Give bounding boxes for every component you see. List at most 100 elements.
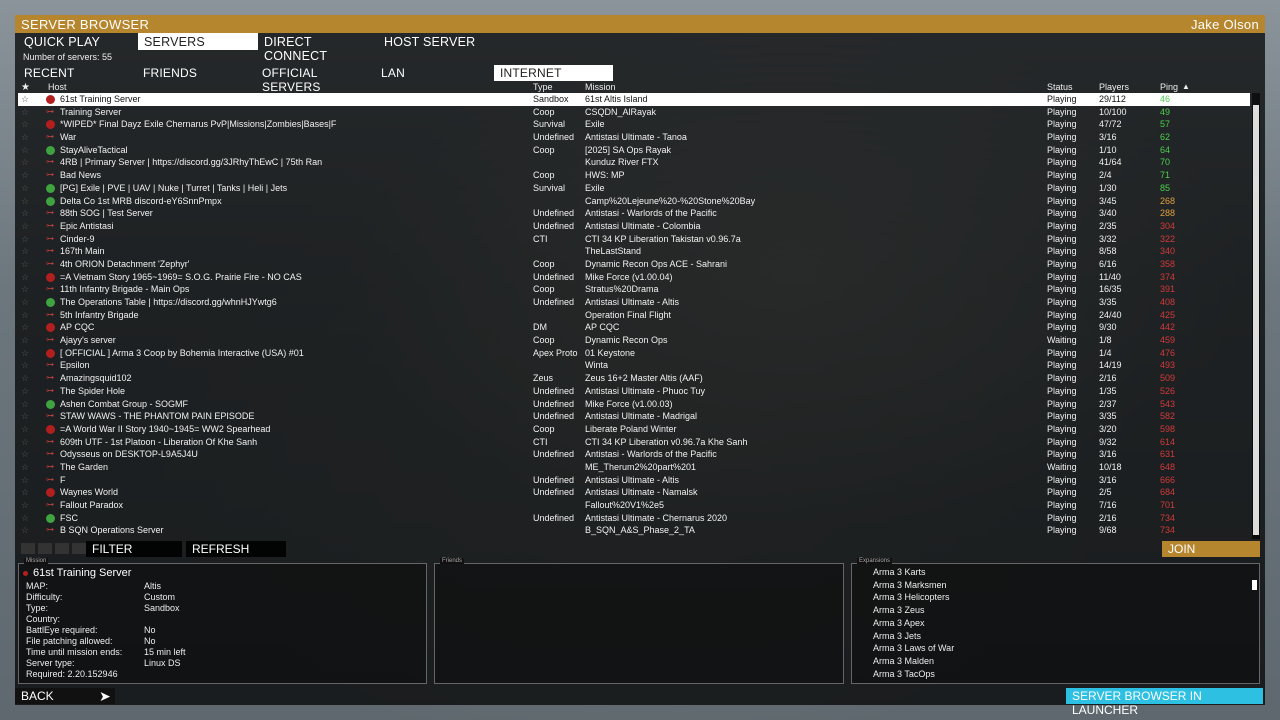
server-browser-in-launcher-button[interactable]: SERVER BROWSER IN LAUNCHER	[1066, 688, 1263, 717]
table-row[interactable]: ☆ ⊶ The Garden ME_Therum2%20part%201 Waiting…	[18, 461, 1250, 474]
table-row[interactable]: ☆ ⊶ 88th SOG | Test Server Undefined Antista…	[18, 207, 1250, 220]
table-row[interactable]: ☆ ⊶ The Spider Hole Undefined Antistasi Ulti…	[18, 385, 1250, 398]
table-row[interactable]: ☆ *WIPED* Final Dayz Exile Chernarus PvP|…	[18, 118, 1250, 131]
favorite-star-icon[interactable]: ☆	[21, 486, 31, 499]
table-row[interactable]: ☆ ⊶ 4RB | Primary Server | https://discord…	[18, 156, 1250, 169]
favorite-star-icon[interactable]: ☆	[21, 131, 31, 144]
favorite-star-icon[interactable]: ☆	[21, 309, 31, 322]
mod-filter-icon[interactable]	[38, 543, 52, 554]
tab-host-server[interactable]: HOST SERVER	[378, 33, 498, 50]
table-row[interactable]: ☆ =A World War II Story 1940~1945= WW2 Sp…	[18, 423, 1250, 436]
table-row[interactable]: ☆ ⊶ 4th ORION Detachment 'Zephyr' Coop Dynam…	[18, 258, 1250, 271]
favorite-star-icon[interactable]: ☆	[21, 423, 31, 436]
favorite-star-icon[interactable]: ☆	[21, 220, 31, 233]
table-row[interactable]: ☆ 61st Training Server Sandbox 61st Altis I…	[18, 93, 1250, 106]
favorite-star-icon[interactable]: ☆	[21, 448, 31, 461]
table-row[interactable]: ☆ ⊶ F Undefined Antistasi Ultimate - Altis Pl…	[18, 474, 1250, 487]
favorite-star-icon[interactable]: ☆	[21, 144, 31, 157]
expansions-scroll-thumb[interactable]	[1252, 580, 1257, 590]
favorite-star-icon[interactable]: ☆	[21, 398, 31, 411]
favorite-star-icon[interactable]: ☆	[21, 195, 31, 208]
col-players[interactable]: Players	[1099, 82, 1129, 92]
table-row[interactable]: ☆ Waynes World Undefined Antistasi Ultimate…	[18, 486, 1250, 499]
tab-official-servers[interactable]: OFFICIAL SERVERS	[256, 65, 375, 94]
table-row[interactable]: ☆ =A Vietnam Story 1965~1969= S.O.G. Prai…	[18, 271, 1250, 284]
favorite-star-icon[interactable]: ☆	[21, 182, 31, 195]
friends-filter-icon[interactable]	[72, 543, 86, 554]
col-type[interactable]: Type	[533, 82, 553, 92]
favorite-star-icon[interactable]: ☆	[21, 258, 31, 271]
table-row[interactable]: ☆ [ OFFICIAL ] Arma 3 Coop by Bohemia In…	[18, 347, 1250, 360]
table-row[interactable]: ☆ ⊶ B SQN Operations Server B_SQN_A&S_Phase…	[18, 524, 1250, 537]
table-row[interactable]: ☆ ⊶ Epsilon Winta Playing 14/19 493	[18, 359, 1250, 372]
favorite-star-icon[interactable]: ☆	[21, 207, 31, 220]
favorite-star-icon[interactable]: ☆	[21, 106, 31, 119]
expansions-scrollbar[interactable]	[1252, 567, 1257, 679]
favorite-star-icon[interactable]: ☆	[21, 461, 31, 474]
tab-quick-play[interactable]: QUICK PLAY	[18, 33, 138, 50]
favorite-star-icon[interactable]: ☆	[21, 347, 31, 360]
table-row[interactable]: ☆ ⊶ Ajayy's server Coop Dynamic Recon Ops Wai…	[18, 334, 1250, 347]
tab-friends[interactable]: FRIENDS	[137, 65, 256, 81]
table-row[interactable]: ☆ ⊶ Amazingsquid102 Zeus Zeus 16+2 Master Al…	[18, 372, 1250, 385]
table-row[interactable]: ☆ ⊶ 609th UTF - 1st Platoon - Liberation O…	[18, 436, 1250, 449]
favorite-star-icon[interactable]: ☆	[21, 410, 31, 423]
favorite-star-icon[interactable]: ☆	[21, 118, 31, 131]
table-row[interactable]: ☆ StayAliveTactical Coop [2025] SA Ops Raya…	[18, 144, 1250, 157]
scrollbar-thumb[interactable]	[1253, 105, 1259, 535]
tab-lan[interactable]: LAN	[375, 65, 494, 81]
favorite-star-icon[interactable]: ☆	[21, 372, 31, 385]
favorite-star-icon[interactable]: ☆	[21, 169, 31, 182]
table-row[interactable]: ☆ ⊶ 5th Infantry Brigade Operation Final Fl…	[18, 309, 1250, 322]
table-row[interactable]: ☆ ⊶ War Undefined Antistasi Ultimate - Tanoa…	[18, 131, 1250, 144]
table-row[interactable]: ☆ ⊶ Training Server Coop CSQDN_AlRayak Playin…	[18, 106, 1250, 119]
favorite-star-icon[interactable]: ☆	[21, 296, 31, 309]
table-row[interactable]: ☆ ⊶ Cinder-9 CTI CTI 34 KP Liberation Takist…	[18, 233, 1250, 246]
tab-direct-connect[interactable]: DIRECT CONNECT	[258, 33, 378, 63]
favorite-star-icon[interactable]: ☆	[21, 321, 31, 334]
favorite-star-icon[interactable]: ☆	[21, 474, 31, 487]
table-row[interactable]: ☆ ⊶ Odysseus on DESKTOP-L9A5J4U Undefined An…	[18, 448, 1250, 461]
favorite-star-icon[interactable]: ☆	[21, 524, 31, 537]
favorite-star-icon[interactable]: ☆	[21, 334, 31, 347]
tab-internet[interactable]: INTERNET	[494, 65, 613, 81]
favorite-star-icon[interactable]: ☆	[21, 271, 31, 284]
join-button[interactable]: JOIN	[1162, 541, 1260, 557]
favorite-star-icon[interactable]: ☆	[21, 156, 31, 169]
table-row[interactable]: ☆ FSC Undefined Antistasi Ultimate - Cherna…	[18, 512, 1250, 525]
favorite-star-icon[interactable]: ☆	[21, 512, 31, 525]
table-row[interactable]: ☆ Delta Co 1st MRB discord-eY6SnnPmpx Camp…	[18, 195, 1250, 208]
table-row[interactable]: ☆ ⊶ Epic Antistasi Undefined Antistasi Ultim…	[18, 220, 1250, 233]
filter-button[interactable]: FILTER	[86, 541, 182, 557]
favorite-star-icon[interactable]: ☆	[21, 93, 31, 106]
col-ping[interactable]: Ping	[1160, 82, 1178, 92]
table-row[interactable]: ☆ [PG] Exile | PVE | UAV | Nuke | Turret …	[18, 182, 1250, 195]
favorite-star-icon[interactable]: ☆	[21, 245, 31, 258]
tab-recent[interactable]: RECENT	[18, 65, 137, 81]
battleye-filter-icon[interactable]	[55, 543, 69, 554]
table-row[interactable]: ☆ ⊶ 11th Infantry Brigade - Main Ops Coop St…	[18, 283, 1250, 296]
col-mission[interactable]: Mission	[585, 82, 616, 92]
table-row[interactable]: ☆ ⊶ Bad News Coop HWS: MP Playing 2/4 71	[18, 169, 1250, 182]
table-row[interactable]: ☆ The Operations Table | https://discord.…	[18, 296, 1250, 309]
table-row[interactable]: ☆ Ashen Combat Group - SOGMF Undefined Mike…	[18, 398, 1250, 411]
favorite-star-icon[interactable]: ☆	[21, 436, 31, 449]
tab-servers[interactable]: SERVERS	[138, 33, 258, 50]
refresh-button[interactable]: REFRESH	[186, 541, 286, 557]
table-row[interactable]: ☆ ⊶ Fallout Paradox Fallout%20V1%2e5 Playing…	[18, 499, 1250, 512]
favorite-star-icon[interactable]: ☆	[21, 385, 31, 398]
lock-filter-icon[interactable]	[21, 543, 35, 554]
friends-panel-label: Friends	[440, 558, 465, 564]
col-status[interactable]: Status	[1047, 82, 1073, 92]
favorite-star-icon[interactable]: ★	[21, 82, 30, 93]
table-row[interactable]: ☆ ⊶ 167th Main TheLastStand Playing 8/58 340	[18, 245, 1250, 258]
server-list-scrollbar[interactable]	[1252, 93, 1260, 539]
favorite-star-icon[interactable]: ☆	[21, 499, 31, 512]
col-host[interactable]: Host	[48, 82, 67, 92]
cell-players: 2/16	[1099, 512, 1117, 523]
favorite-star-icon[interactable]: ☆	[21, 283, 31, 296]
favorite-star-icon[interactable]: ☆	[21, 359, 31, 372]
table-row[interactable]: ☆ ⊶ STAW WAWS - THE PHANTOM PAIN EPISODE Un…	[18, 410, 1250, 423]
favorite-star-icon[interactable]: ☆	[21, 233, 31, 246]
table-row[interactable]: ☆ AP CQC DM AP CQC Playing 9/30 442	[18, 321, 1250, 334]
